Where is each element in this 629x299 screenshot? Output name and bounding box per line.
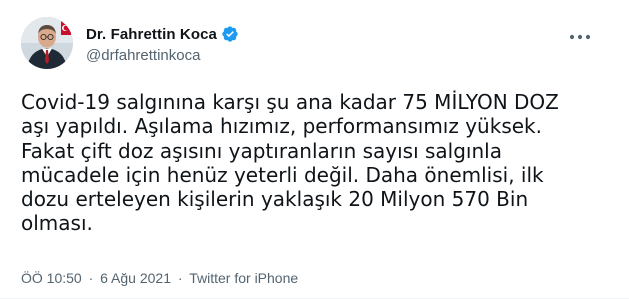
tweet-text: Covid-19 salgınına karşı şu ana kadar 75…: [21, 90, 559, 236]
tweet-date[interactable]: 6 Ağu 2021: [100, 270, 171, 286]
tweet-time[interactable]: ÖÖ 10:50: [21, 270, 82, 286]
more-options-icon[interactable]: [567, 30, 593, 44]
author-display-name[interactable]: Dr. Fahrettin Koca: [86, 26, 217, 43]
tweet-metadata: ÖÖ 10:50 · 6 Ağu 2021 · Twitter for iPho…: [21, 270, 298, 286]
name-row: Dr. Fahrettin Koca: [86, 24, 239, 44]
tweet-source-link[interactable]: Twitter for iPhone: [189, 270, 298, 286]
separator-dot: ·: [88, 270, 94, 286]
separator-dot: ·: [177, 270, 183, 286]
tweet-header: Dr. Fahrettin Koca @drfahrettinkoca: [86, 24, 239, 64]
author-handle[interactable]: @drfahrettinkoca: [86, 47, 239, 64]
avatar[interactable]: [21, 17, 73, 69]
tweet-card: Dr. Fahrettin Koca @drfahrettinkoca Covi…: [0, 0, 629, 299]
verified-badge-icon: [221, 25, 239, 43]
